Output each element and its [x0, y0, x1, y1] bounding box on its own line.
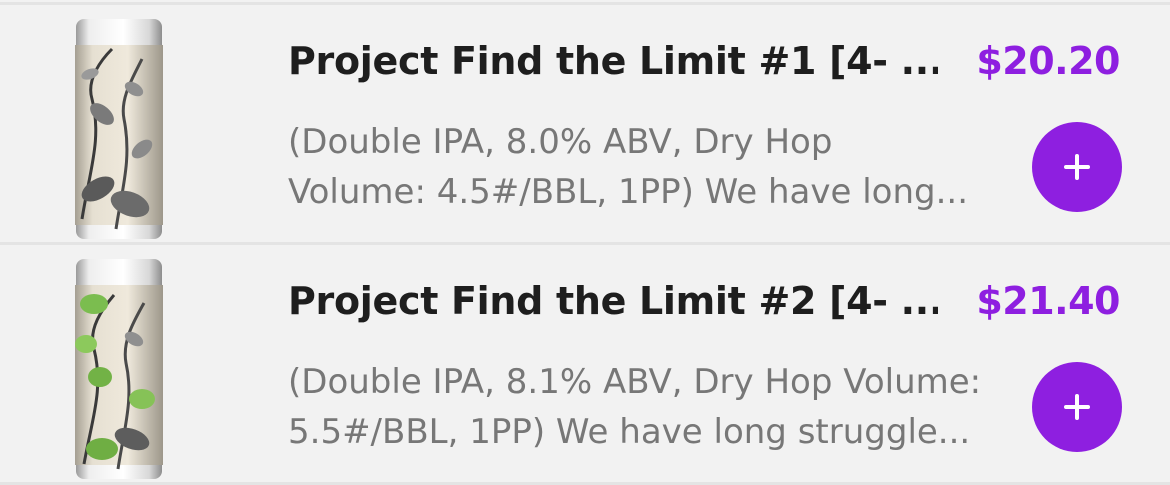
description-line: (Double IPA, 8.0% ABV, Dry Hop [288, 122, 833, 162]
beer-can-image [75, 19, 163, 239]
product-name[interactable]: Project Find the Limit #1 [4- ... [288, 39, 938, 83]
product-description: (Double IPA, 8.1% ABV, Dry Hop Volume: 5… [288, 357, 988, 457]
product-name[interactable]: Project Find the Limit #2 [4- ... [288, 279, 938, 323]
add-to-cart-button[interactable] [1032, 362, 1122, 452]
plus-icon [1064, 394, 1090, 420]
add-to-cart-button[interactable] [1032, 122, 1122, 212]
product-list: Project Find the Limit #1 [4- ... $20.20… [0, 0, 1170, 485]
product-price: $20.20 [976, 39, 1120, 83]
description-line: (Double IPA, 8.1% ABV, Dry Hop Volume: [288, 362, 982, 402]
product-item[interactable]: Project Find the Limit #2 [4- ... $21.40… [0, 245, 1170, 482]
product-description: (Double IPA, 8.0% ABV, Dry Hop Volume: 4… [288, 117, 988, 217]
beer-can-image [75, 259, 163, 479]
product-item[interactable]: Project Find the Limit #1 [4- ... $20.20… [0, 5, 1170, 242]
description-line: Volume: 4.5#/BBL, 1PP) We have long... [288, 172, 969, 212]
description-line: 5.5#/BBL, 1PP) We have long struggle... [288, 412, 971, 452]
product-price: $21.40 [976, 279, 1120, 323]
plus-icon [1064, 154, 1090, 180]
